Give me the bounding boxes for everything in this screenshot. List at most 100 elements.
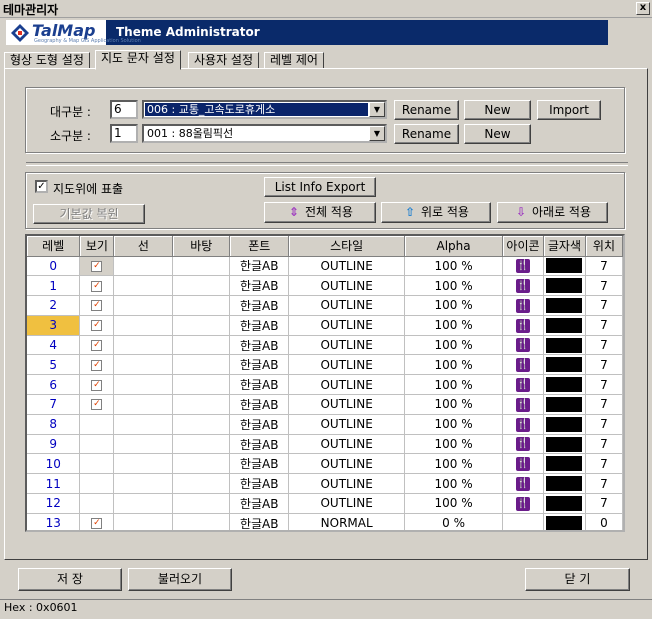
text-color-cell[interactable] (543, 295, 586, 316)
line-cell[interactable] (113, 335, 174, 356)
view-cell[interactable]: ✓ (79, 275, 115, 297)
position-cell[interactable]: 7 (585, 275, 623, 297)
level-cell[interactable]: 7 (27, 394, 81, 415)
view-checkbox[interactable]: ✓ (91, 340, 103, 352)
level-cell[interactable]: 9 (27, 434, 81, 455)
tab-map-text-settings[interactable]: 지도 문자 설정 (95, 50, 181, 70)
chevron-down-icon[interactable]: ▼ (369, 102, 385, 117)
view-cell[interactable] (79, 493, 115, 514)
table-row[interactable]: 4 ✓ 한글AB OUTLINE 100 % 🍴 7 (27, 335, 623, 356)
new-minor-button[interactable]: New (464, 124, 531, 144)
list-info-export-button[interactable]: List Info Export (264, 177, 376, 197)
font-cell[interactable]: 한글AB (229, 315, 290, 336)
font-cell[interactable]: 한글AB (229, 354, 290, 376)
table-row[interactable]: 7 ✓ 한글AB OUTLINE 100 % 🍴 7 (27, 394, 623, 415)
icon-cell[interactable] (502, 513, 544, 530)
alpha-cell[interactable]: 100 % (404, 374, 504, 396)
style-cell[interactable]: OUTLINE (288, 374, 406, 396)
table-row[interactable]: 9 한글AB OUTLINE 100 % 🍴 7 (27, 434, 623, 455)
table-row[interactable]: 0 ✓ 한글AB OUTLINE 100 % 🍴 7 (27, 256, 623, 277)
style-cell[interactable]: OUTLINE (288, 335, 406, 356)
icon-cell[interactable]: 🍴 (502, 374, 544, 396)
icon-cell[interactable]: 🍴 (502, 394, 544, 415)
icon-cell[interactable]: 🍴 (502, 315, 544, 336)
alpha-cell[interactable]: 100 % (404, 453, 504, 475)
style-cell[interactable]: OUTLINE (288, 473, 406, 495)
font-cell[interactable]: 한글AB (229, 453, 290, 475)
level-cell[interactable]: 10 (27, 453, 81, 475)
rename-minor-button[interactable]: Rename (394, 124, 459, 144)
background-cell[interactable] (172, 275, 231, 297)
view-cell[interactable] (79, 453, 115, 475)
background-cell[interactable] (172, 414, 231, 435)
background-cell[interactable] (172, 354, 231, 376)
text-color-cell[interactable] (543, 394, 586, 415)
load-button[interactable]: 불러오기 (128, 568, 232, 591)
line-cell[interactable] (113, 295, 174, 316)
view-checkbox[interactable]: ✓ (91, 320, 103, 332)
close-window-button[interactable]: x (636, 2, 650, 15)
view-cell[interactable] (79, 414, 115, 435)
major-category-code-input[interactable]: 6 (110, 100, 138, 119)
line-cell[interactable] (113, 473, 174, 495)
icon-cell[interactable]: 🍴 (502, 453, 544, 475)
text-color-cell[interactable] (543, 354, 586, 376)
style-cell[interactable]: OUTLINE (288, 493, 406, 514)
alpha-cell[interactable]: 100 % (404, 473, 504, 495)
position-cell[interactable]: 7 (585, 473, 623, 495)
position-cell[interactable]: 7 (585, 453, 623, 475)
view-cell[interactable]: ✓ (79, 295, 115, 316)
alpha-cell[interactable]: 100 % (404, 354, 504, 376)
table-row[interactable]: 11 한글AB OUTLINE 100 % 🍴 7 (27, 473, 623, 495)
text-color-cell[interactable] (543, 453, 586, 475)
position-cell[interactable]: 7 (585, 256, 623, 277)
background-cell[interactable] (172, 256, 231, 277)
alpha-cell[interactable]: 100 % (404, 315, 504, 336)
reset-default-button[interactable]: 기본값 복원 (33, 204, 145, 224)
alpha-cell[interactable]: 100 % (404, 493, 504, 514)
level-cell[interactable]: 8 (27, 414, 81, 435)
line-cell[interactable] (113, 256, 174, 277)
view-cell[interactable]: ✓ (79, 315, 115, 336)
style-cell[interactable]: OUTLINE (288, 295, 406, 316)
style-cell[interactable]: OUTLINE (288, 394, 406, 415)
level-cell[interactable]: 1 (27, 275, 81, 297)
font-cell[interactable]: 한글AB (229, 493, 290, 514)
column-header[interactable]: 보기 (79, 236, 115, 257)
column-header[interactable]: Alpha (404, 236, 504, 257)
view-cell[interactable] (79, 473, 115, 495)
level-cell[interactable]: 3 (27, 315, 81, 336)
background-cell[interactable] (172, 295, 231, 316)
line-cell[interactable] (113, 354, 174, 376)
table-row[interactable]: 1 ✓ 한글AB OUTLINE 100 % 🍴 7 (27, 275, 623, 297)
import-button[interactable]: Import (537, 100, 601, 120)
style-cell[interactable]: OUTLINE (288, 315, 406, 336)
column-header[interactable]: 선 (113, 236, 174, 257)
line-cell[interactable] (113, 275, 174, 297)
text-color-cell[interactable] (543, 493, 586, 514)
style-cell[interactable]: OUTLINE (288, 275, 406, 297)
view-checkbox[interactable]: ✓ (91, 379, 103, 391)
style-cell[interactable]: NORMAL (288, 513, 406, 530)
column-header[interactable]: 위치 (585, 236, 623, 257)
table-row[interactable]: 13 ✓ 한글AB NORMAL 0 % 0 (27, 513, 623, 530)
view-cell[interactable]: ✓ (79, 394, 115, 415)
column-header[interactable]: 바탕 (172, 236, 231, 257)
icon-cell[interactable]: 🍴 (502, 473, 544, 495)
font-cell[interactable]: 한글AB (229, 473, 290, 495)
view-checkbox[interactable]: ✓ (91, 399, 103, 411)
column-header[interactable]: 스타일 (288, 236, 406, 257)
table-row[interactable]: 12 한글AB OUTLINE 100 % 🍴 7 (27, 493, 623, 514)
position-cell[interactable]: 7 (585, 335, 623, 356)
font-cell[interactable]: 한글AB (229, 295, 290, 316)
tab-user-settings[interactable]: 사용자 설정 (188, 52, 260, 69)
text-color-cell[interactable] (543, 513, 586, 530)
view-cell[interactable]: ✓ (79, 256, 115, 277)
view-checkbox[interactable]: ✓ (91, 300, 103, 312)
style-cell[interactable]: OUTLINE (288, 414, 406, 435)
table-row[interactable]: 6 ✓ 한글AB OUTLINE 100 % 🍴 7 (27, 374, 623, 396)
column-header[interactable]: 아이콘 (502, 236, 544, 257)
column-header[interactable]: 폰트 (229, 236, 290, 257)
tab-shape-settings[interactable]: 형상 도형 설정 (4, 52, 90, 69)
icon-cell[interactable]: 🍴 (502, 256, 544, 277)
